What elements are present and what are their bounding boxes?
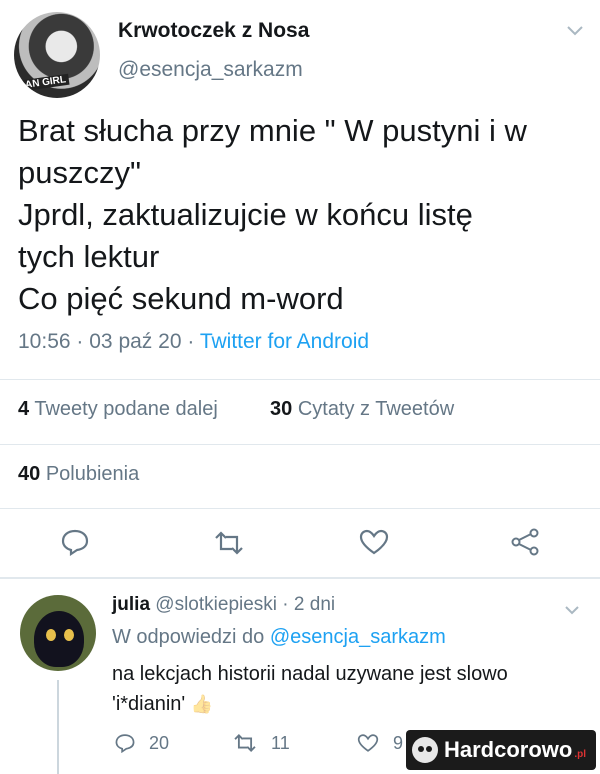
avatar-caption: AN GIRL [21, 73, 70, 92]
retweets-label: Tweety podane dalej [34, 398, 218, 420]
chevron-down-icon[interactable] [564, 598, 580, 621]
reply-like-button[interactable]: 9 [356, 733, 403, 754]
retweet-icon [234, 734, 256, 752]
quotes-count: 30 [270, 398, 293, 420]
likes-stat[interactable]: 40 Polubienia [18, 463, 139, 486]
thumbs-up-emoji: 👍 [190, 694, 214, 714]
tweet-meta: 10:56 · 03 paź 20 · Twitter for Android [18, 330, 369, 354]
tweet-date: 03 paź 20 [89, 330, 182, 353]
reply-time: 2 dni [293, 594, 336, 615]
reply-text-line: na lekcjach historii nadal uzywane jest … [112, 663, 508, 685]
tweet-line: tych lektur [18, 239, 160, 274]
thread-line [57, 680, 59, 774]
heart-icon[interactable] [358, 528, 390, 562]
author-handle[interactable]: @esencja_sarkazm [118, 58, 303, 82]
divider [0, 577, 600, 579]
cat-icon [34, 611, 84, 667]
watermark: Hardcorowo .pl [405, 730, 596, 770]
share-icon[interactable] [510, 527, 540, 563]
reply-retweet-button[interactable]: 11 [232, 733, 290, 754]
retweets-stat[interactable]: 4 Tweety podane dalej [18, 398, 218, 421]
tweet-time: 10:56 [18, 330, 71, 353]
reply-avatar[interactable] [20, 595, 96, 671]
reply-text-line: 'i*dianin' [112, 693, 186, 715]
likes-count: 40 [18, 463, 41, 485]
reply-reply-count: 20 [149, 733, 170, 753]
reply-author-name[interactable]: julia [112, 594, 150, 615]
watermark-text: Hardcorowo [443, 737, 573, 762]
tweet-text: Brat słucha przy mnie " W pustyni i w pu… [18, 110, 578, 320]
divider [0, 379, 600, 380]
reply-author-handle[interactable]: @slotkiepieski [155, 594, 277, 615]
reply-icon[interactable] [60, 528, 90, 562]
meta-separator: · [187, 330, 195, 353]
tweet-line: Jprdl, zaktualizujcie w końcu listę [18, 197, 473, 232]
skull-icon [411, 737, 438, 763]
in-reply-to-prefix: W odpowiedzi do [112, 626, 265, 648]
quotes-stat[interactable]: 30 Cytaty z Tweetów [270, 398, 454, 421]
reply-like-count: 9 [393, 733, 404, 753]
likes-label: Polubienia [45, 463, 140, 485]
chevron-down-icon[interactable] [566, 20, 584, 43]
reply-header: julia @slotkiepieski · 2 dni [112, 594, 335, 616]
author-avatar[interactable]: AN GIRL [14, 12, 100, 98]
quotes-label: Cytaty z Tweetów [297, 398, 455, 420]
tweet-line: puszczy" [18, 155, 141, 190]
reply-icon [115, 734, 135, 754]
divider [0, 444, 600, 445]
tweet-line: Co pięć sekund m-word [18, 281, 344, 316]
author-display-name[interactable]: Krwotoczek z Nosa [118, 19, 309, 43]
in-reply-to: W odpowiedzi do @esencja_sarkazm [112, 626, 446, 649]
cat-eye [64, 629, 74, 641]
cat-eye [46, 629, 56, 641]
reply-text-line-2: 'i*dianin' 👍 [112, 689, 582, 719]
reply-retweet-count: 11 [271, 733, 290, 753]
retweet-icon[interactable] [212, 530, 246, 562]
reply-reply-button[interactable]: 20 [114, 733, 169, 754]
in-reply-to-handle[interactable]: @esencja_sarkazm [270, 626, 446, 648]
divider [0, 508, 600, 509]
reply-separator: · [282, 594, 289, 615]
retweets-count: 4 [18, 398, 30, 420]
tweet-line: Brat słucha przy mnie " W pustyni i w [18, 113, 527, 148]
heart-icon [357, 734, 379, 752]
meta-separator: · [76, 330, 84, 353]
tweet-source-link[interactable]: Twitter for Android [200, 330, 369, 353]
reply-text: na lekcjach historii nadal uzywane jest … [112, 659, 582, 719]
watermark-suffix: .pl [574, 749, 586, 760]
